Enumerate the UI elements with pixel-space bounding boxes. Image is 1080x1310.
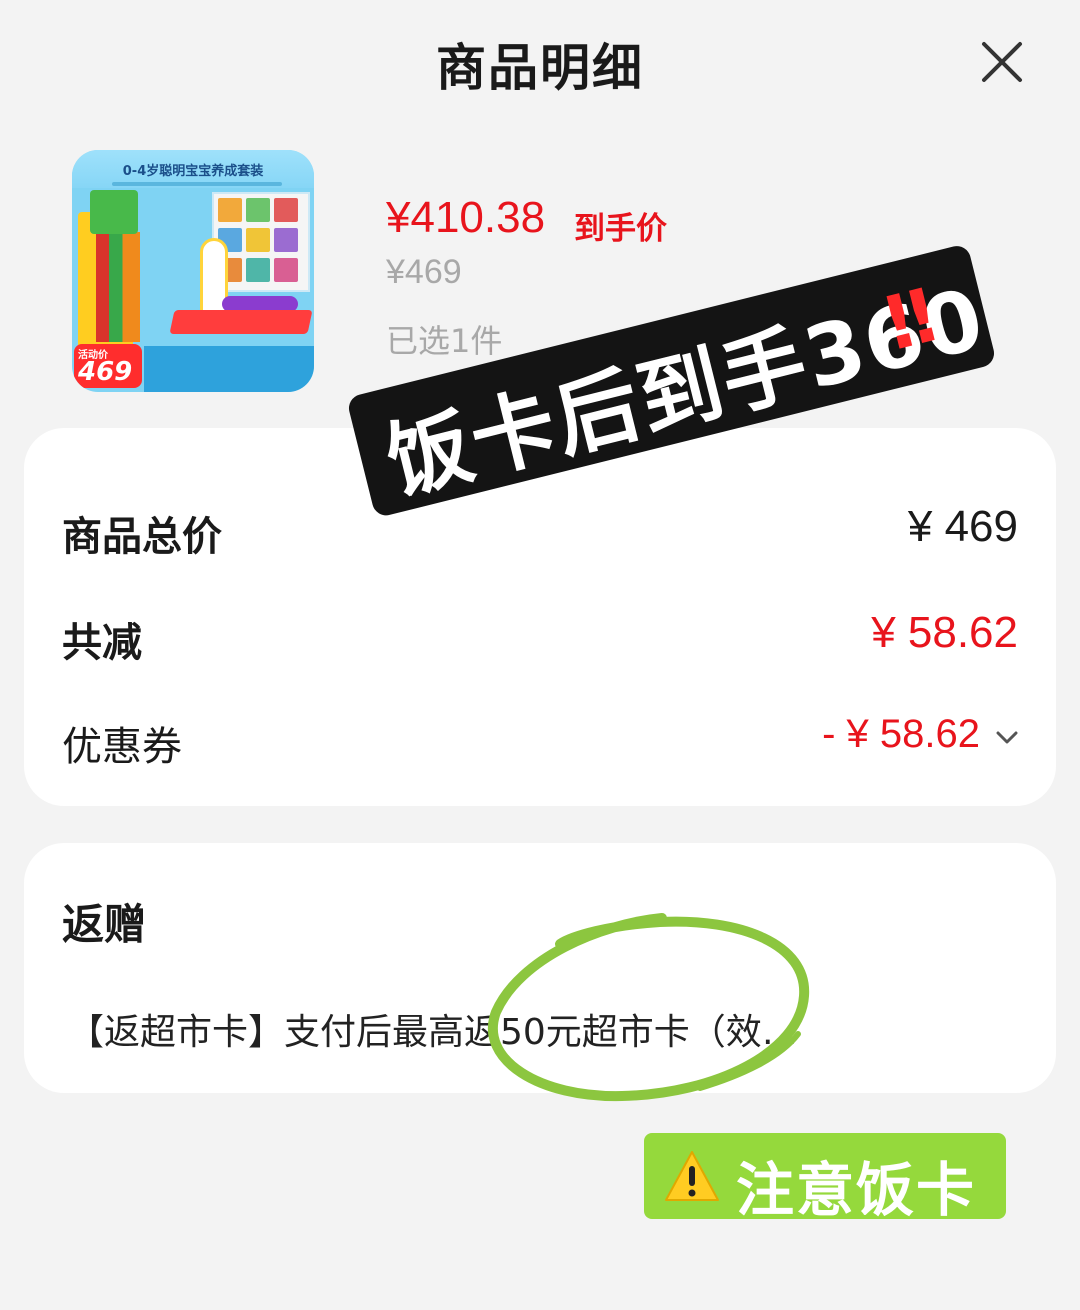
product-thumbnail[interactable]: 0-4岁聪明宝宝养成套装 活动价 469: [72, 150, 314, 392]
thumbnail-book: [274, 228, 298, 252]
coupon-value[interactable]: - ¥ 58.62: [822, 712, 980, 757]
thumbnail-bottom-strip: [144, 346, 314, 392]
thumbnail-book: [274, 258, 298, 282]
thumbnail-book: [274, 198, 298, 222]
rebate-title: 返赠: [62, 900, 147, 949]
warning-banner: 注意饭卡: [644, 1133, 1006, 1224]
thumbnail-book: [246, 258, 270, 282]
reduction-value: ¥ 58.62: [871, 608, 1018, 657]
thumbnail-promo-ribbon: [169, 310, 313, 334]
page-title: 商品明细: [436, 39, 644, 97]
thumbnail-banner-text: 0-4岁聪明宝宝养成套装: [122, 164, 264, 179]
price-summary-card: 商品总价 ¥ 469 共减 ¥ 58.62 优惠券 - ¥ 58.62: [24, 428, 1056, 806]
coupon-label[interactable]: 优惠券: [62, 714, 182, 772]
thumbnail-book-stack: [96, 232, 140, 342]
total-price-label: 商品总价: [62, 514, 222, 560]
close-icon[interactable]: [972, 34, 1032, 94]
thumbnail-book: [246, 228, 270, 252]
total-price-value: ¥ 469: [907, 502, 1018, 551]
thumbnail-book: [246, 198, 270, 222]
reduction-label: 共减: [62, 620, 142, 666]
thumbnail-subline: [112, 182, 282, 186]
warning-label: 注意饭卡: [736, 1156, 977, 1224]
final-price: ¥410.38: [386, 193, 546, 242]
chevron-down-icon[interactable]: [994, 724, 1020, 750]
final-price-label: 到手价: [574, 211, 667, 247]
thumbnail-badge-price: 469: [78, 357, 133, 387]
rebate-description[interactable]: 【返超市卡】支付后最高返50元超市卡（效…: [68, 1003, 798, 1055]
original-price: ¥469: [386, 253, 462, 291]
warning-icon: [664, 1148, 720, 1204]
rebate-card: 返赠 【返超市卡】支付后最高返50元超市卡（效…: [24, 843, 1056, 1093]
thumbnail-logo: [90, 190, 138, 234]
selected-count: 已选1件: [386, 322, 503, 360]
header: 商品明细: [0, 0, 1080, 120]
thumbnail-book: [218, 198, 242, 222]
